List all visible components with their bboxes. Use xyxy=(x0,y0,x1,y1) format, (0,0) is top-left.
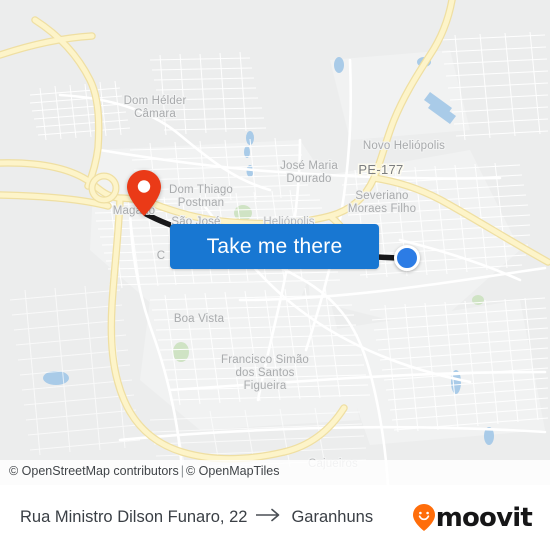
screenshot-root: Dom Hélder Câmara Novo Heliópolis José Mar… xyxy=(0,0,550,550)
origin-pin[interactable] xyxy=(127,170,161,216)
moovit-pin-icon xyxy=(412,504,435,531)
attribution-tiles[interactable]: © OpenMapTiles xyxy=(186,464,280,478)
arrow-right-icon xyxy=(255,508,282,527)
moovit-logo[interactable]: moovit xyxy=(412,502,533,533)
route-summary: Rua Ministro Dilson Funaro, 22 Garanhuns xyxy=(20,508,373,527)
destination-name: Garanhuns xyxy=(291,508,374,526)
destination-dot[interactable] xyxy=(394,245,420,271)
attribution-osm[interactable]: © OpenStreetMap contributors xyxy=(9,464,179,478)
origin-address: Rua Ministro Dilson Funaro, 22 xyxy=(20,508,248,526)
map-attribution: © OpenStreetMap contributors | © OpenMapTi… xyxy=(0,460,550,485)
map-canvas[interactable]: Dom Hélder Câmara Novo Heliópolis José Mar… xyxy=(0,0,550,485)
attribution-separator: | xyxy=(180,464,184,478)
footer-bar: Rua Ministro Dilson Funaro, 22 Garanhuns… xyxy=(0,485,550,550)
take-me-there-button[interactable]: Take me there xyxy=(170,224,379,269)
moovit-wordmark: moovit xyxy=(435,502,533,533)
take-me-there-label: Take me there xyxy=(206,234,343,258)
